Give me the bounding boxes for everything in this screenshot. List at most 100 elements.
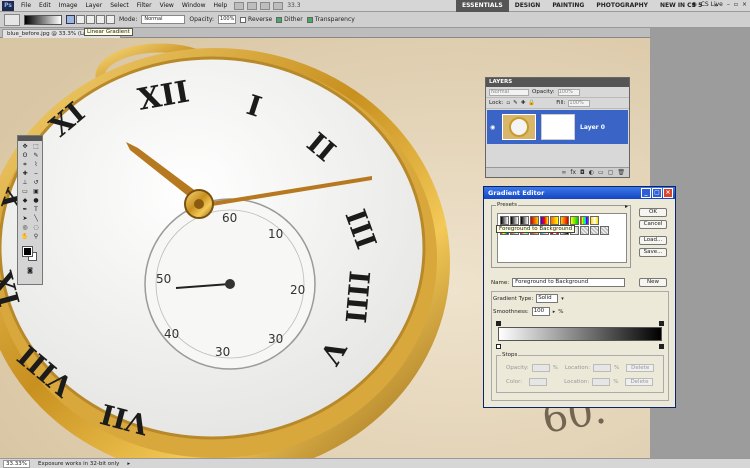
dither-checkbox[interactable]: Dither	[276, 16, 303, 23]
menu-file[interactable]: File	[17, 2, 35, 9]
radial-gradient-button[interactable]	[76, 15, 85, 24]
preset-swatch[interactable]	[580, 216, 589, 225]
zoom-tool-icon[interactable]: ⚲	[31, 233, 41, 241]
lock-all-icon[interactable]: 🔒	[528, 100, 535, 106]
cancel-button[interactable]: Cancel	[639, 220, 667, 229]
smoothness-field[interactable]: 100	[531, 307, 550, 316]
workspace-photography[interactable]: PHOTOGRAPHY	[590, 0, 654, 12]
link-layers-icon[interactable]: ∞	[561, 169, 566, 176]
workspace-painting[interactable]: PAINTING	[546, 0, 590, 12]
stop-color-swatch[interactable]	[529, 378, 548, 386]
pen-tool-icon[interactable]: ✒	[20, 206, 30, 214]
adjustment-layer-icon[interactable]: ◐	[589, 169, 594, 176]
path-select-tool-icon[interactable]: ➤	[20, 215, 30, 223]
opacity-stop-left[interactable]	[496, 321, 501, 326]
preset-swatch[interactable]	[580, 226, 589, 235]
preset-swatch[interactable]	[560, 216, 569, 225]
preset-swatch[interactable]	[600, 226, 609, 235]
clone-stamp-tool-icon[interactable]: ⊥	[20, 179, 30, 187]
foreground-color[interactable]	[22, 246, 33, 257]
delete-layer-icon[interactable]: 🗑	[617, 169, 625, 176]
transparency-checkbox[interactable]: Transparency	[306, 16, 355, 23]
linear-gradient-button[interactable]	[66, 15, 75, 24]
preset-swatch[interactable]	[590, 226, 599, 235]
shape-tool-icon[interactable]: ╲	[31, 215, 41, 223]
color-swatches[interactable]	[21, 245, 39, 265]
layers-panel-title[interactable]: LAYERS	[486, 78, 629, 87]
bridge-button[interactable]	[234, 1, 245, 10]
menu-edit[interactable]: Edit	[35, 2, 55, 9]
menu-image[interactable]: Image	[55, 2, 82, 9]
workspace-design[interactable]: DESIGN	[509, 0, 547, 12]
color-stop-left[interactable]	[496, 344, 501, 349]
preset-swatch[interactable]	[570, 216, 579, 225]
blend-mode-select[interactable]: Normal	[489, 88, 529, 96]
opacity-stop-right[interactable]	[659, 321, 664, 326]
brush-tool-icon[interactable]: ⌢	[31, 170, 41, 178]
type-tool-icon[interactable]: T	[31, 206, 41, 214]
mini-bridge-button[interactable]	[247, 1, 258, 10]
quick-select-tool-icon[interactable]: ✎	[31, 152, 41, 160]
preset-swatch[interactable]	[500, 216, 509, 225]
lasso-tool-icon[interactable]: ʘ	[20, 152, 30, 160]
3d-orbit-tool-icon[interactable]: ◌	[31, 224, 41, 232]
marquee-tool-icon[interactable]: ⬚	[31, 143, 41, 151]
preset-swatch[interactable]	[540, 216, 549, 225]
healing-brush-tool-icon[interactable]: ✚	[20, 170, 30, 178]
menu-window[interactable]: Window	[178, 2, 210, 9]
visibility-eye-icon[interactable]: ◉	[490, 124, 497, 131]
delete-color-stop-button[interactable]: Delete	[625, 378, 654, 386]
opacity-field[interactable]: 100%	[218, 15, 237, 24]
move-tool-icon[interactable]: ✥	[20, 143, 30, 151]
new-button[interactable]: New	[639, 278, 667, 287]
lock-transparent-icon[interactable]: ▫	[506, 100, 510, 106]
stop-opacity-field[interactable]	[531, 364, 550, 372]
dialog-titlebar[interactable]: Gradient Editor _ ▢ ×	[484, 187, 675, 199]
gradient-preview-bar[interactable]	[498, 327, 662, 341]
window-minimize-icon[interactable]: –	[727, 1, 730, 8]
new-layer-icon[interactable]: ▢	[608, 169, 614, 176]
preset-swatch[interactable]	[510, 216, 519, 225]
preset-swatch[interactable]	[550, 216, 559, 225]
lock-position-icon[interactable]: ✚	[521, 100, 526, 106]
fill-field[interactable]: 100%	[568, 99, 591, 107]
zoom-level[interactable]: 33.3	[287, 2, 300, 9]
angle-gradient-button[interactable]	[86, 15, 95, 24]
eyedropper-tool-icon[interactable]: ⌇	[31, 161, 41, 169]
gradient-type-select[interactable]: Solid	[536, 294, 559, 303]
add-mask-icon[interactable]: ◘	[580, 169, 585, 176]
dialog-close-icon[interactable]: ×	[663, 188, 673, 198]
hand-tool-icon[interactable]: ✋	[20, 233, 30, 241]
crop-tool-icon[interactable]: ⌗	[20, 161, 30, 169]
mode-select[interactable]: Normal	[141, 15, 186, 24]
menu-help[interactable]: Help	[210, 2, 232, 9]
diamond-gradient-button[interactable]	[106, 15, 115, 24]
status-zoom-field[interactable]: 33.33%	[3, 459, 30, 468]
reflected-gradient-button[interactable]	[96, 15, 105, 24]
presets-menu-icon[interactable]: ▸	[625, 203, 628, 210]
quick-mask-icon[interactable]: ◙	[18, 267, 42, 274]
eraser-tool-icon[interactable]: ▭	[20, 188, 30, 196]
chevron-down-icon[interactable]: ▾	[561, 296, 564, 302]
menu-filter[interactable]: Filter	[133, 2, 156, 9]
cs-live[interactable]: ◉ CS Live – ▫ ×	[691, 1, 747, 8]
ok-button[interactable]: OK	[639, 208, 667, 217]
save-button[interactable]: Save...	[639, 248, 667, 257]
3d-rotate-tool-icon[interactable]: ◎	[20, 224, 30, 232]
stop-opacity-location-field[interactable]	[592, 364, 611, 372]
dodge-tool-icon[interactable]: ●	[31, 197, 41, 205]
preset-swatch[interactable]	[520, 216, 529, 225]
status-menu-icon[interactable]: ▸	[127, 461, 130, 467]
gradient-name-field[interactable]: Foreground to Background	[512, 278, 626, 287]
stop-color-location-field[interactable]	[592, 378, 611, 386]
gradient-swatch[interactable]	[24, 14, 62, 25]
zoom-tool-button[interactable]	[273, 1, 284, 10]
menu-layer[interactable]: Layer	[81, 2, 106, 9]
layer-row[interactable]: ◉ Layer 0	[487, 110, 628, 144]
layers-opacity-field[interactable]: 100%	[557, 88, 580, 96]
blur-tool-icon[interactable]: ◆	[20, 197, 30, 205]
preset-swatch[interactable]	[590, 216, 599, 225]
reverse-checkbox[interactable]: Reverse	[240, 16, 272, 23]
history-brush-tool-icon[interactable]: ↺	[31, 179, 41, 187]
dialog-minimize-icon[interactable]: _	[641, 188, 651, 198]
